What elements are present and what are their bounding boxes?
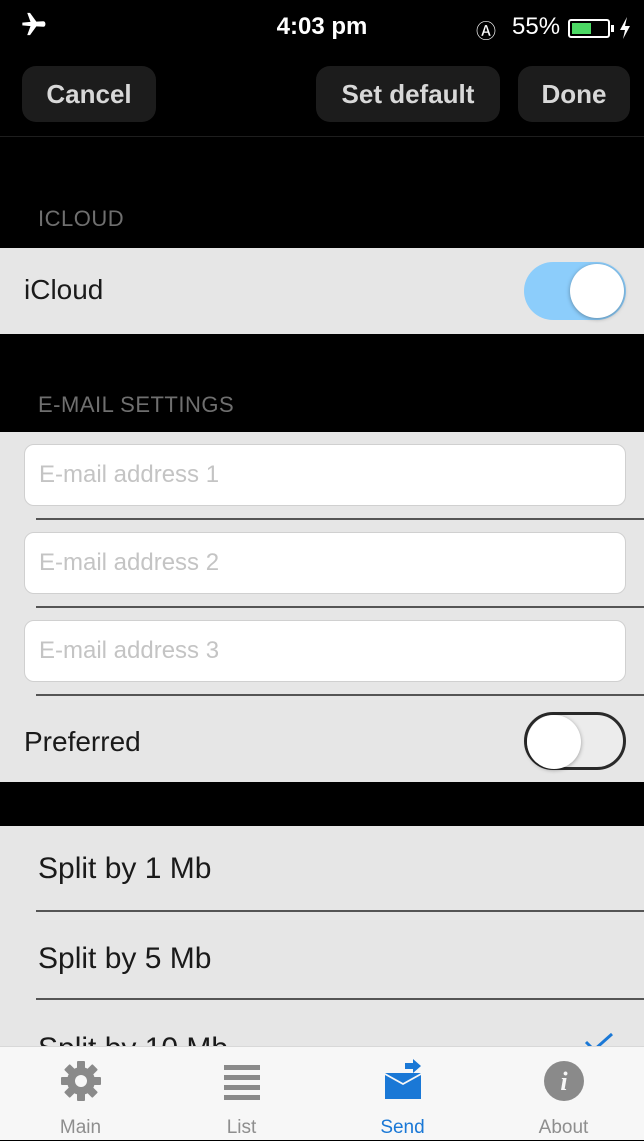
tab-list[interactable]: List bbox=[161, 1047, 322, 1141]
rotation-lock-icon: Ⓐ bbox=[476, 21, 496, 43]
tab-about[interactable]: i About bbox=[483, 1047, 644, 1141]
divider bbox=[36, 998, 644, 1000]
tab-about-label: About bbox=[538, 1117, 589, 1138]
divider bbox=[36, 694, 644, 696]
split-option-10mb[interactable]: Split by 10 Mb bbox=[38, 1032, 228, 1046]
icloud-row: iCloud bbox=[0, 248, 644, 334]
toggle-knob bbox=[570, 264, 624, 318]
email-field-1[interactable] bbox=[24, 444, 626, 506]
done-button[interactable]: Done bbox=[518, 66, 630, 122]
toolbar-divider bbox=[0, 136, 644, 137]
battery-icon bbox=[568, 19, 614, 38]
tab-list-label: List bbox=[226, 1117, 257, 1138]
set-default-button[interactable]: Set default bbox=[316, 66, 500, 122]
tab-bar: Main List Send i About bbox=[0, 1046, 644, 1140]
icloud-section-header: ICLOUD bbox=[38, 206, 125, 231]
battery-nub bbox=[611, 25, 614, 32]
divider bbox=[36, 910, 644, 912]
email-settings-group: Preferred bbox=[0, 432, 644, 782]
email-field-3[interactable] bbox=[24, 620, 626, 682]
gear-icon bbox=[60, 1061, 101, 1101]
toolbar: Cancel Set default Done bbox=[0, 52, 644, 136]
battery-fill bbox=[572, 23, 591, 34]
tab-send[interactable]: Send bbox=[322, 1047, 483, 1141]
battery-percent: 55% bbox=[512, 13, 561, 40]
split-option-5mb[interactable]: Split by 5 Mb bbox=[38, 942, 211, 976]
divider bbox=[36, 518, 644, 520]
icloud-toggle[interactable] bbox=[524, 262, 626, 320]
split-option-1mb[interactable]: Split by 1 Mb bbox=[38, 852, 211, 886]
icloud-label: iCloud bbox=[24, 274, 104, 305]
tab-send-label: Send bbox=[380, 1117, 425, 1138]
send-mail-icon bbox=[384, 1059, 421, 1099]
email-section-header: E-MAIL SETTINGS bbox=[38, 392, 235, 417]
preferred-toggle[interactable] bbox=[524, 712, 626, 770]
split-options-list: Split by 1 Mb Split by 5 Mb Split by 10 … bbox=[0, 826, 644, 1046]
divider bbox=[36, 606, 644, 608]
toggle-knob bbox=[527, 715, 581, 769]
cancel-button[interactable]: Cancel bbox=[22, 66, 156, 122]
info-icon: i bbox=[543, 1061, 584, 1101]
preferred-label: Preferred bbox=[24, 726, 141, 757]
charging-bolt-icon bbox=[620, 17, 630, 39]
tab-main[interactable]: Main bbox=[0, 1047, 161, 1141]
list-icon bbox=[223, 1065, 260, 1100]
email-field-2[interactable] bbox=[24, 532, 626, 594]
svg-text:i: i bbox=[560, 1067, 568, 1096]
status-bar: 4:03 pm Ⓐ 55% bbox=[0, 0, 644, 52]
tab-main-label: Main bbox=[59, 1117, 102, 1138]
